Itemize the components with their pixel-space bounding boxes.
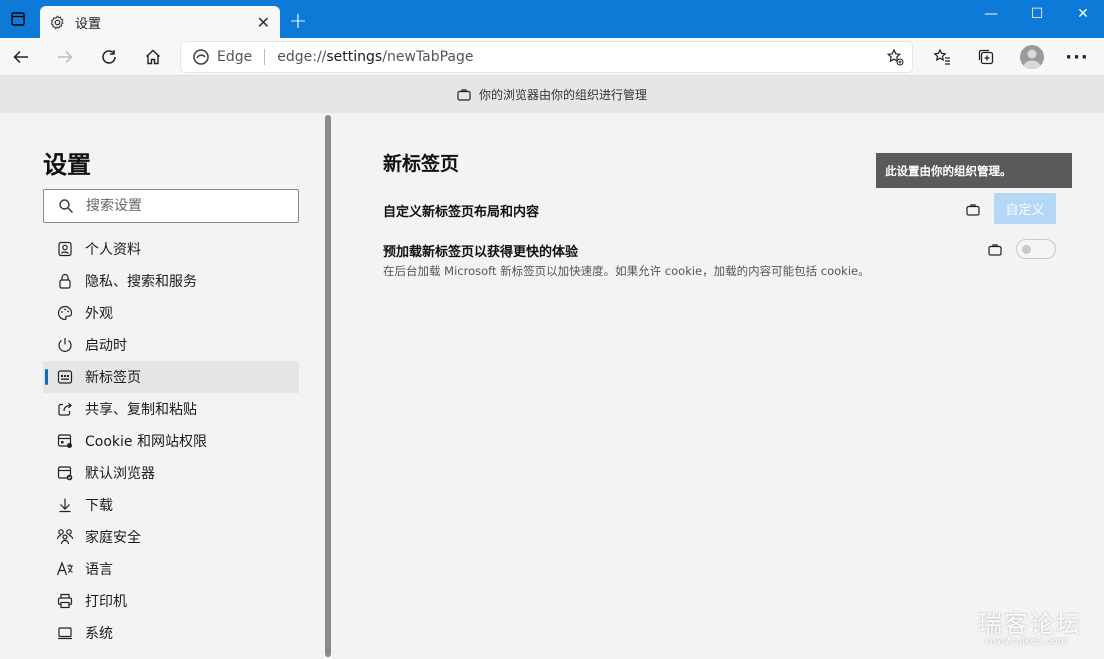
sidebar-item-label: 打印机 bbox=[85, 594, 127, 610]
sidebar-item-label: Cookie 和网站权限 bbox=[85, 434, 207, 450]
sidebar-nav: 个人资料 隐私、搜索和服务 外观 启动时 新标签页 共享、复制和粘贴 Cooki… bbox=[43, 233, 299, 649]
sidebar-item-label: 语言 bbox=[85, 562, 113, 578]
search-field[interactable] bbox=[43, 189, 299, 223]
preload-setting-description: 在后台加载 Microsoft 新标签页以加快速度。如果允许 cookie，加载… bbox=[383, 264, 870, 278]
sidebar-item-label: 启动时 bbox=[85, 338, 127, 354]
customize-button[interactable]: 自定义 bbox=[994, 193, 1056, 224]
page-title: 新标签页 bbox=[383, 153, 460, 175]
briefcase-icon bbox=[457, 89, 471, 101]
sidebar-item-label: 下载 bbox=[85, 498, 113, 514]
collections-icon bbox=[978, 49, 994, 65]
lock-icon bbox=[56, 272, 74, 290]
managed-banner: 你的浏览器由你的组织进行管理 bbox=[0, 76, 1104, 113]
refresh-icon bbox=[102, 50, 116, 64]
managed-tooltip: 此设置由你的组织管理。 bbox=[876, 153, 1072, 188]
address-bar[interactable]: Edge edge://settings/newTabPage bbox=[181, 42, 912, 72]
sidebar-item-cookies[interactable]: Cookie 和网站权限 bbox=[43, 425, 299, 457]
system-icon bbox=[56, 624, 74, 642]
sidebar-item-new-tab-page[interactable]: 新标签页 bbox=[43, 361, 299, 393]
tab-actions-button[interactable] bbox=[0, 0, 36, 38]
tab-close-icon[interactable]: ✕ bbox=[257, 13, 270, 32]
new-tab-icon bbox=[56, 368, 74, 386]
sidebar-item-default-browser[interactable]: 默认浏览器 bbox=[43, 457, 299, 489]
watermark-url: www.ruike1.com bbox=[985, 636, 1068, 647]
address-divider bbox=[264, 49, 266, 65]
edge-logo-icon bbox=[193, 49, 209, 65]
favorites-icon bbox=[933, 48, 950, 65]
search-icon bbox=[59, 199, 73, 213]
preload-setting-label: 预加载新标签页以获得更快的体验 bbox=[383, 245, 579, 260]
sidebar-item-family-safety[interactable]: 家庭安全 bbox=[43, 521, 299, 553]
favorites-button[interactable] bbox=[927, 42, 957, 72]
scrollbar-thumb[interactable] bbox=[325, 115, 331, 657]
watermark-text: 瑞客论坛 bbox=[978, 610, 1082, 638]
back-button[interactable] bbox=[6, 42, 36, 72]
settings-sidebar: 设置 个人资料 隐私、搜索和服务 外观 启动时 新标签页 共享、复制和粘贴 bbox=[0, 113, 322, 659]
sidebar-item-label: 新标签页 bbox=[85, 370, 141, 386]
browser-icon bbox=[56, 464, 74, 482]
site-permissions-icon bbox=[56, 432, 74, 450]
power-icon bbox=[56, 336, 74, 354]
tab-actions-icon bbox=[11, 12, 25, 26]
sidebar-title: 设置 bbox=[43, 151, 91, 179]
sidebar-item-system[interactable]: 系统 bbox=[43, 617, 299, 649]
maximize-button[interactable]: ☐ bbox=[1014, 0, 1060, 28]
sidebar-item-startup[interactable]: 启动时 bbox=[43, 329, 299, 361]
add-favorite-icon[interactable] bbox=[886, 48, 904, 70]
tab-title: 设置 bbox=[75, 16, 102, 32]
language-icon bbox=[56, 560, 74, 578]
toolbar: Edge edge://settings/newTabPage ··· bbox=[0, 38, 1104, 76]
sidebar-item-label: 共享、复制和粘贴 bbox=[85, 402, 197, 418]
search-input[interactable] bbox=[86, 198, 276, 214]
home-button[interactable] bbox=[138, 42, 168, 72]
minimize-button[interactable]: — bbox=[968, 0, 1014, 28]
sidebar-scrollbar[interactable] bbox=[324, 113, 332, 659]
close-window-button[interactable]: ✕ bbox=[1060, 0, 1104, 28]
sidebar-item-downloads[interactable]: 下载 bbox=[43, 489, 299, 521]
sidebar-item-profiles[interactable]: 个人资料 bbox=[43, 233, 299, 265]
profile-avatar[interactable] bbox=[1020, 45, 1044, 69]
tab-settings[interactable]: 设置 ✕ bbox=[40, 6, 280, 38]
url-text[interactable]: edge://settings/newTabPage bbox=[277, 49, 473, 65]
sidebar-item-share[interactable]: 共享、复制和粘贴 bbox=[43, 393, 299, 425]
sidebar-item-languages[interactable]: 语言 bbox=[43, 553, 299, 585]
profile-icon bbox=[56, 240, 74, 258]
site-label: Edge bbox=[217, 49, 253, 65]
sidebar-item-label: 家庭安全 bbox=[85, 530, 141, 546]
sidebar-item-label: 系统 bbox=[85, 626, 113, 642]
title-bar: 设置 ✕ + — ☐ ✕ bbox=[0, 0, 1104, 38]
new-tab-button[interactable]: + bbox=[284, 6, 312, 36]
download-icon bbox=[56, 496, 74, 514]
sidebar-item-label: 个人资料 bbox=[85, 242, 141, 258]
home-icon bbox=[146, 49, 160, 65]
share-icon bbox=[56, 400, 74, 418]
managed-banner-text: 你的浏览器由你的组织进行管理 bbox=[478, 88, 647, 102]
managed-briefcase-icon bbox=[966, 201, 980, 220]
settings-main: 新标签页 自定义新标签页布局和内容 自定义 预加载新标签页以获得更快的体验 在后… bbox=[333, 113, 1104, 659]
more-icon: ··· bbox=[1065, 46, 1089, 68]
preload-toggle[interactable] bbox=[1016, 239, 1056, 259]
family-icon bbox=[56, 528, 74, 546]
customize-setting-label: 自定义新标签页布局和内容 bbox=[383, 205, 540, 220]
collections-button[interactable] bbox=[971, 42, 1001, 72]
sidebar-item-label: 外观 bbox=[85, 306, 113, 322]
printer-icon bbox=[56, 592, 74, 610]
refresh-button[interactable] bbox=[94, 42, 124, 72]
more-button[interactable]: ··· bbox=[1062, 42, 1092, 72]
palette-icon bbox=[56, 304, 74, 322]
managed-briefcase-icon bbox=[988, 241, 1002, 260]
sidebar-item-privacy[interactable]: 隐私、搜索和服务 bbox=[43, 265, 299, 297]
arrow-right-icon bbox=[58, 50, 73, 64]
sidebar-item-label: 隐私、搜索和服务 bbox=[85, 274, 197, 290]
toggle-knob bbox=[1022, 245, 1031, 254]
sidebar-item-appearance[interactable]: 外观 bbox=[43, 297, 299, 329]
gear-icon bbox=[50, 14, 64, 30]
sidebar-item-label: 默认浏览器 bbox=[85, 466, 155, 482]
arrow-left-icon bbox=[13, 50, 28, 64]
forward-button[interactable] bbox=[50, 42, 80, 72]
sidebar-item-printers[interactable]: 打印机 bbox=[43, 585, 299, 617]
